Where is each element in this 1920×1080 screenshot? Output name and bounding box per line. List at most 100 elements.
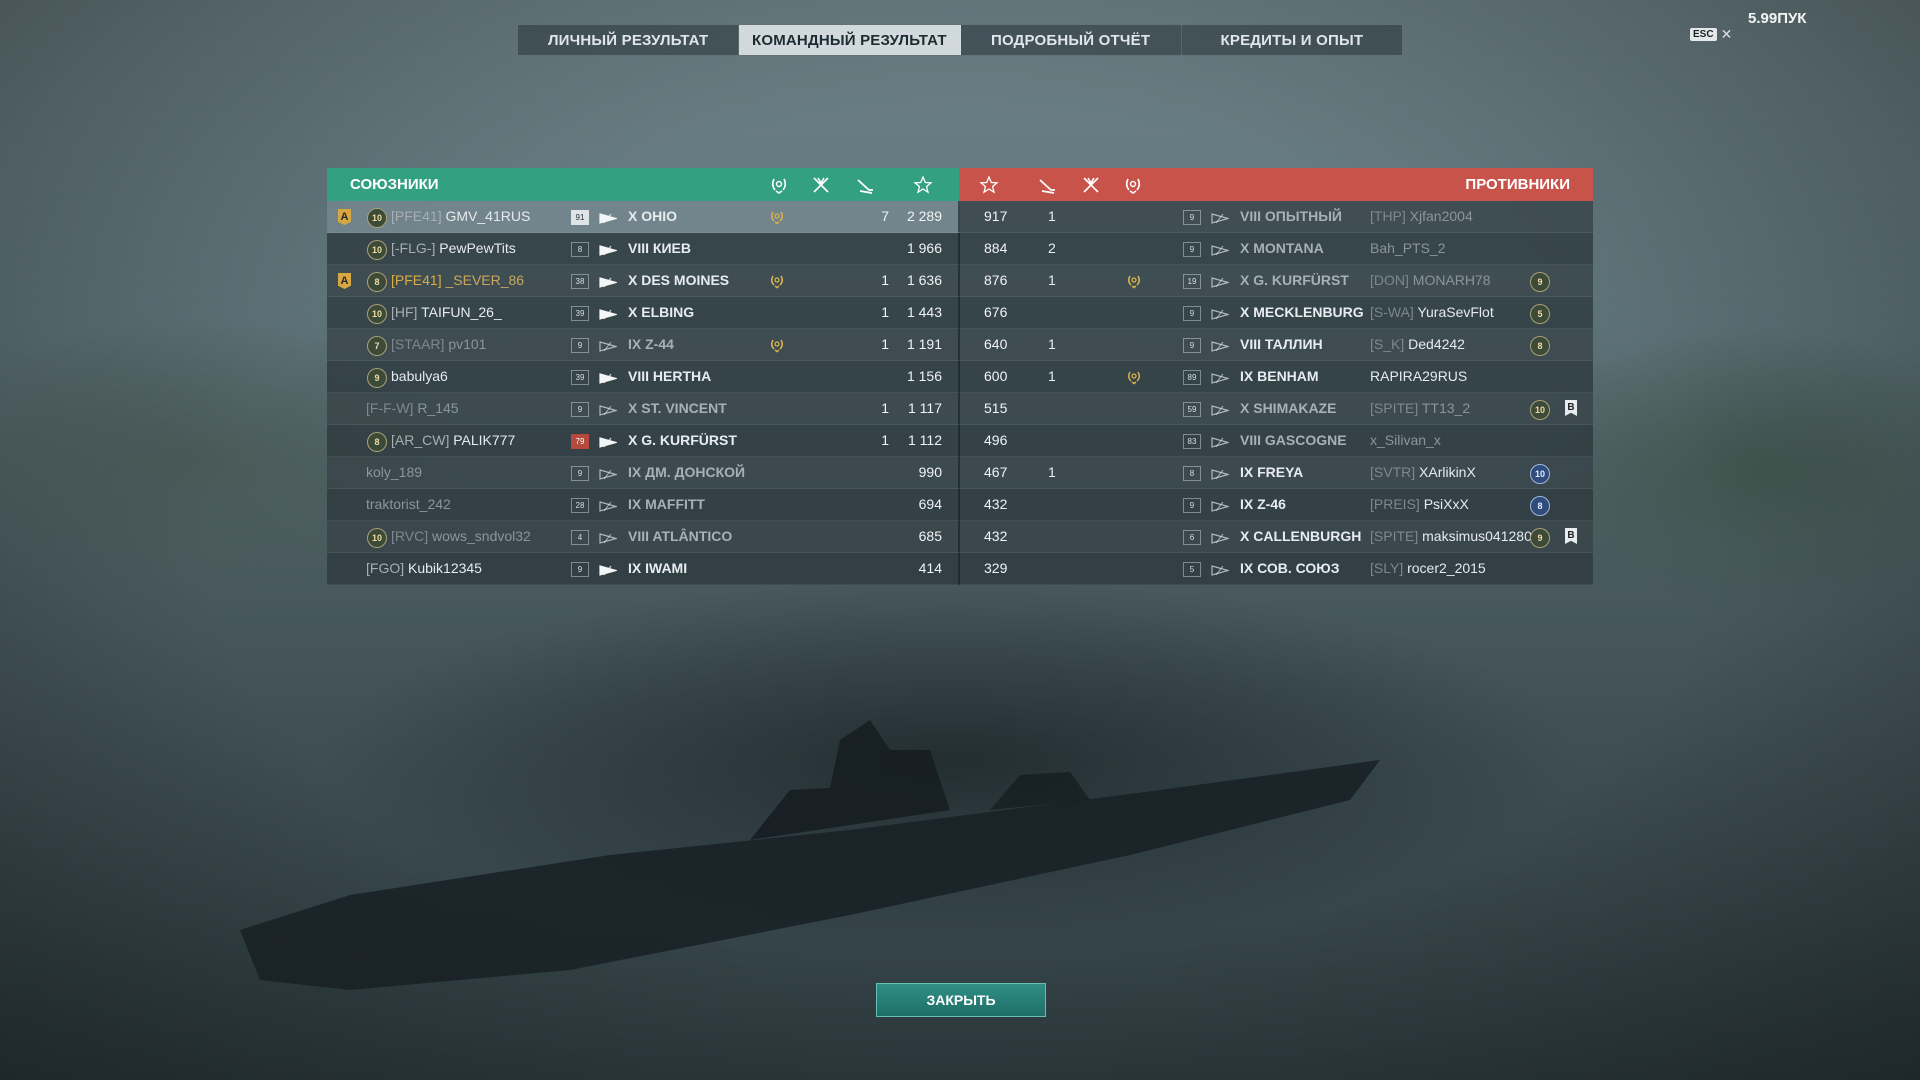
player-nick: XArlikinX [1419, 464, 1476, 480]
enemy-row[interactable]: 467 1 8 IX FREYA [SVTR] XArlikinX 10 [960, 457, 1593, 489]
player-name[interactable]: [PREIS] PsiXxX [1370, 489, 1469, 520]
ship-class-icon [599, 275, 619, 288]
ally-row[interactable]: 7 [STAAR] pv101 9 IX Z-44 1 1 191 [327, 329, 960, 361]
score: 1 636 [906, 272, 942, 288]
ship-kills: 2 [1048, 240, 1056, 256]
player-nick: rocer2_2015 [1407, 560, 1486, 576]
ship-class-icon [1211, 403, 1231, 416]
player-name[interactable]: [RVC] wows_sndvol32 [391, 521, 531, 552]
enemy-row[interactable]: 496 83 VIII GASCOGNE x_Silivan_x [960, 425, 1593, 457]
player-name[interactable]: [HF] TAIFUN_26_ [391, 297, 502, 328]
ship-name: X SHIMAKAZE [1240, 400, 1337, 416]
ally-row[interactable]: [FGO] Kubik12345 9 IX IWAMI 414 [327, 553, 960, 585]
player-name[interactable]: [PFE41] _SEVER_86 [391, 265, 524, 296]
clan-tag: [FGO] [366, 560, 405, 576]
ship-class-icon [599, 563, 619, 576]
ship-name: IX FREYA [1240, 464, 1304, 480]
enemy-row[interactable]: 676 9 X MECKLENBURG [S-WA] YuraSevFlot 5 [960, 297, 1593, 329]
enemy-row[interactable]: 329 5 IX СОВ. СОЮЗ [SLY] rocer2_2015 [960, 553, 1593, 585]
enemy-row[interactable]: 600 1 89 IX BENHAM RAPIRA29RUS [960, 361, 1593, 393]
ship-kills [847, 521, 889, 552]
ship-name: IX IWAMI [628, 560, 688, 576]
enemy-row[interactable]: 884 2 9 X MONTANA Bah_PTS_2 [960, 233, 1593, 265]
ally-row[interactable]: traktorist_242 28 IX MAFFITT 694 [327, 489, 960, 521]
player-name[interactable]: [PFE41] GMV_41RUS [391, 201, 530, 232]
player-name[interactable]: koly_189 [366, 457, 422, 488]
tab-1[interactable]: ЛИЧНЫЙ РЕЗУЛЬТАТ [518, 25, 740, 55]
ship-name: IX ДМ. ДОНСКОЙ [628, 464, 746, 480]
ship-name: X MONTANA [1240, 240, 1324, 256]
ally-row[interactable]: A 10 [PFE41] GMV_41RUS 91 X OHIO 7 2 289 [327, 201, 960, 233]
ally-row[interactable]: 10 [-FLG-] PewPewTits 8 VIII КИЕВ 1 966 [327, 233, 960, 265]
player-nick: x_Silivan_x [1370, 432, 1441, 448]
tab-2[interactable]: КОМАНДНЫЙ РЕЗУЛЬТАТ [739, 25, 961, 55]
ally-row[interactable]: [F-F-W] R_145 9 X ST. VINCENT 1 1 117 [327, 393, 960, 425]
player-name[interactable]: [-FLG-] PewPewTits [391, 233, 516, 264]
ship-class-icon [1211, 211, 1231, 224]
player-level-badge: 9 [571, 402, 589, 417]
player-name[interactable]: [SVTR] XArlikinX [1370, 457, 1476, 488]
player-level-badge: 9 [1183, 338, 1201, 353]
player-name[interactable]: [FGO] Kubik12345 [366, 553, 482, 584]
player-name[interactable]: [THP] Xjfan2004 [1370, 201, 1473, 232]
clan-tag: [STAAR] [391, 336, 445, 352]
player-name[interactable]: traktorist_242 [366, 489, 451, 520]
clan-tag: [S_K] [1370, 336, 1405, 352]
ally-row[interactable]: A 8 [PFE41] _SEVER_86 38 X DES MOINES 1 1 636 [327, 265, 960, 297]
ally-row[interactable]: 10 [HF] TAIFUN_26_ 39 X ELBING 1 1 443 [327, 297, 960, 329]
enemy-row[interactable]: 515 59 X SHIMAKAZE [SPITE] TT13_2 10 B [960, 393, 1593, 425]
ship-class-icon [1211, 275, 1231, 288]
ally-row[interactable]: koly_189 9 IX ДМ. ДОНСКОЙ 990 [327, 457, 960, 489]
player-name[interactable]: [AR_CW] PALIK777 [391, 425, 515, 456]
rank-icon: 10 [1530, 400, 1550, 420]
laurel-icon [1126, 369, 1142, 385]
player-name[interactable]: RAPIRA29RUS [1370, 361, 1467, 392]
player-name[interactable]: Bah_PTS_2 [1370, 233, 1446, 264]
ship-name: IX BENHAM [1240, 368, 1319, 384]
ship-class-icon [599, 307, 619, 320]
player-name[interactable]: [SLY] rocer2_2015 [1370, 553, 1486, 584]
enemy-row[interactable]: 432 9 IX Z-46 [PREIS] PsiXxX 8 [960, 489, 1593, 521]
rank-icon: 8 [367, 432, 387, 452]
ship-name: VIII ATLÂNTICO [628, 528, 733, 544]
enemy-row[interactable]: 432 6 X CALLENBURGH [SPITE] maksimus041280 9… [960, 521, 1593, 553]
ship-name: X CALLENBURGH [1240, 528, 1362, 544]
table-row: [FGO] Kubik12345 9 IX IWAMI 414 329 5 IX СОВ. … [327, 553, 1593, 585]
ship-class-icon [1211, 531, 1231, 544]
player-name[interactable]: [STAAR] pv101 [391, 329, 486, 360]
rank-icon: 8 [1530, 336, 1550, 356]
player-name[interactable]: [SPITE] TT13_2 [1370, 393, 1470, 424]
table-row: 8 [AR_CW] PALIK777 79 X G. KURFÜRST 1 1 112 49… [327, 425, 1593, 457]
ship-name: VIII ОПЫТНЫЙ [1240, 208, 1342, 224]
ship-kills: 1 [1048, 208, 1056, 224]
enemy-row[interactable]: 876 1 19 X G. KURFÜRST [DON] MONARH78 9 [960, 265, 1593, 297]
ally-row[interactable]: 8 [AR_CW] PALIK777 79 X G. KURFÜRST 1 1 112 [327, 425, 960, 457]
table-row: koly_189 9 IX ДМ. ДОНСКОЙ 990 467 1 8 IX FREYA [… [327, 457, 1593, 489]
score: 515 [984, 400, 1008, 416]
player-name[interactable]: [S-WA] YuraSevFlot [1370, 297, 1494, 328]
player-name[interactable]: [DON] MONARH78 [1370, 265, 1491, 296]
enemy-row[interactable]: 917 1 9 VIII ОПЫТНЫЙ [THP] Xjfan2004 [960, 201, 1593, 233]
ship-kills: 1 [881, 336, 889, 352]
player-name[interactable]: x_Silivan_x [1370, 425, 1441, 456]
player-name[interactable]: [F-F-W] R_145 [366, 393, 459, 424]
ally-row[interactable]: 10 [RVC] wows_sndvol32 4 VIII ATLÂNTICO 685 [327, 521, 960, 553]
enemy-row[interactable]: 640 1 9 VIII ТАЛЛИН [S_K] Ded4242 8 [960, 329, 1593, 361]
score: 685 [918, 528, 942, 544]
esc-close[interactable]: ESC ✕ [1690, 26, 1732, 43]
ship-class-icon [1211, 371, 1231, 384]
player-name[interactable]: [SPITE] maksimus041280 [1370, 521, 1532, 552]
close-button[interactable]: ЗАКРЫТЬ [876, 983, 1046, 1017]
tab-4[interactable]: КРЕДИТЫ И ОПЫТ [1182, 25, 1402, 55]
player-level-badge: 89 [1183, 370, 1201, 385]
tab-3[interactable]: ПОДРОБНЫЙ ОТЧЁТ [961, 25, 1182, 55]
player-name[interactable]: babulya6 [391, 361, 448, 392]
ally-row[interactable]: 9 babulya6 39 VIII HERTHA 1 156 [327, 361, 960, 393]
player-name[interactable]: [S_K] Ded4242 [1370, 329, 1465, 360]
table-row: 10 [-FLG-] PewPewTits 8 VIII КИЕВ 1 966 884 2 9… [327, 233, 1593, 265]
player-nick: TAIFUN_26_ [421, 304, 502, 320]
player-level-badge: 28 [571, 498, 589, 513]
score: 917 [984, 208, 1008, 224]
player-level-badge: 9 [1183, 498, 1201, 513]
score: 432 [984, 528, 1008, 544]
